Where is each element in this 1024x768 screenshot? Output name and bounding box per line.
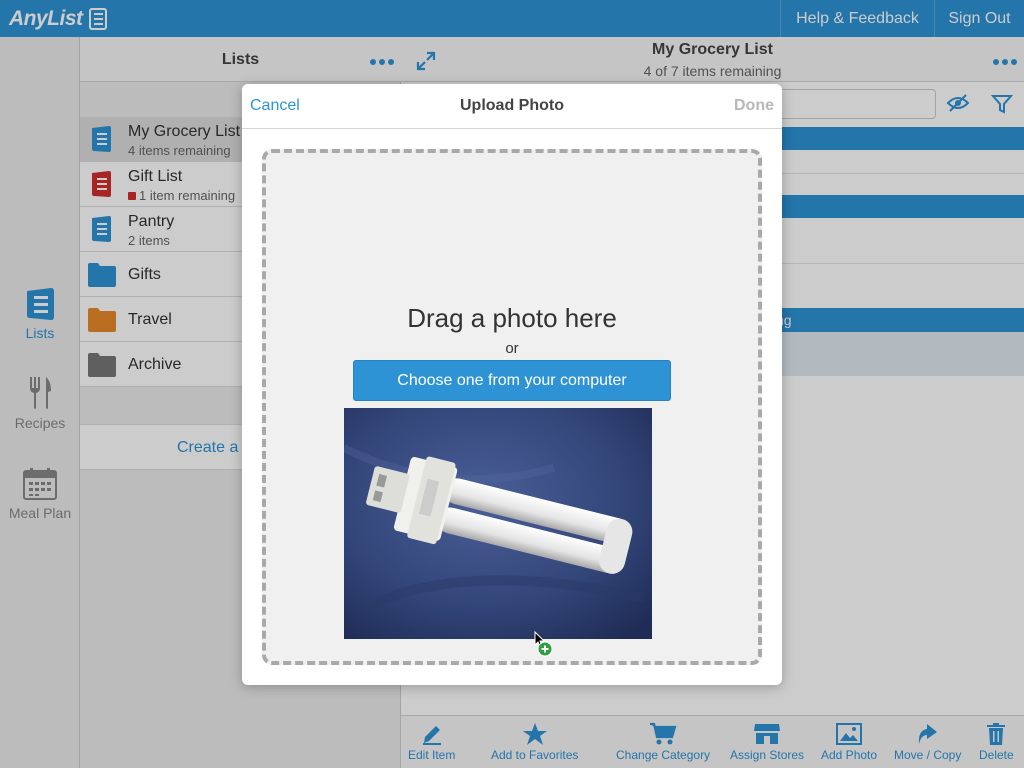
dialog-header: Cancel Upload Photo Done (242, 84, 782, 129)
upload-photo-dialog: Cancel Upload Photo Done Drag a photo he… (242, 84, 782, 685)
drop-zone-or: or (505, 340, 519, 357)
dialog-title: Upload Photo (460, 97, 564, 114)
drop-zone-title: Drag a photo here (407, 303, 617, 333)
done-button[interactable]: Done (734, 97, 774, 115)
choose-file-button[interactable]: Choose one from your computer (353, 360, 671, 401)
drag-copy-cursor-icon (534, 631, 553, 657)
dragged-photo-preview[interactable] (344, 408, 652, 639)
photo-drop-zone[interactable]: Drag a photo here or Choose one from you… (262, 149, 762, 665)
